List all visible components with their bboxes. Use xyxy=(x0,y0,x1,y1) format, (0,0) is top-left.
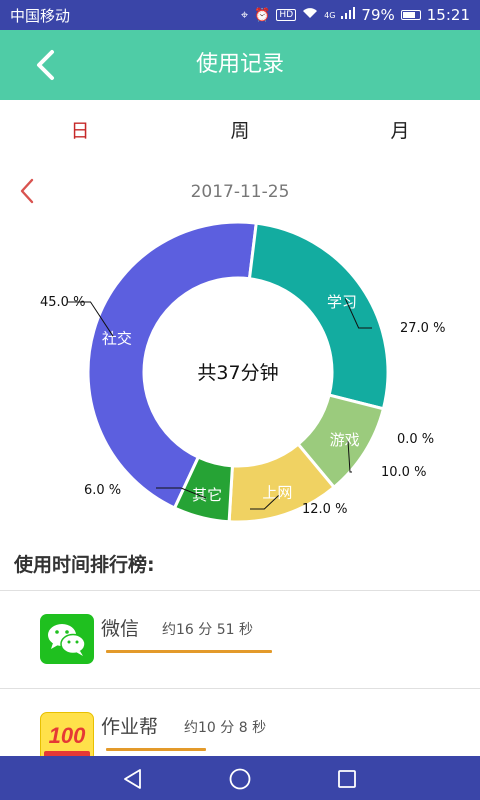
status-bar: 中国移动 ⌖ ⏰ HD 4G 79% 15:21 xyxy=(0,0,480,30)
app-usage-time: 约10 分 8 秒 xyxy=(184,720,267,736)
slice-label: 上网 xyxy=(262,484,292,502)
ranking-title: 使用时间排行榜: xyxy=(14,554,155,576)
zuoyebang-icon: 100 xyxy=(40,712,94,762)
alarm-icon: ⏰ xyxy=(254,7,271,23)
battery-percent: 79% xyxy=(361,6,395,24)
percent-label: 0.0 % xyxy=(397,432,434,447)
triangle-back-icon xyxy=(124,769,141,789)
network-label: 4G xyxy=(324,10,336,20)
battery-icon xyxy=(400,10,421,20)
clock-label: 15:21 xyxy=(426,6,470,24)
slice-label: 社交 xyxy=(102,329,132,347)
divider xyxy=(0,590,480,591)
location-icon: ⌖ xyxy=(240,7,249,23)
date-label: 2017-11-25 xyxy=(190,182,290,202)
wechat-icon xyxy=(40,614,94,664)
wifi-icon xyxy=(302,7,318,23)
usage-bar xyxy=(106,748,206,751)
tab-week[interactable]: 周 xyxy=(160,100,320,162)
page-title: 使用记录 xyxy=(195,52,284,77)
circle-home-icon xyxy=(229,768,251,790)
nav-recents-button[interactable] xyxy=(332,764,362,794)
usage-donut-chart: 社交 45.0 % 学习 27.0 % 0.0 % 游戏 10.0 % 上网 12.0 % 其它 6… xyxy=(40,220,445,524)
percent-label: 12.0 % xyxy=(302,502,347,517)
usage-bar xyxy=(106,650,272,653)
percent-label: 10.0 % xyxy=(381,465,426,480)
app-bar: 使用记录 xyxy=(0,30,480,100)
square-recents-icon xyxy=(338,770,356,788)
nav-home-button[interactable] xyxy=(225,764,255,794)
tab-month[interactable]: 月 xyxy=(320,100,480,162)
slice-label: 其它 xyxy=(192,486,222,504)
period-tabs: 日 周 月 xyxy=(0,100,480,162)
percent-label: 45.0 % xyxy=(40,295,85,310)
status-icons: ⌖ ⏰ HD 4G 79% 15:21 xyxy=(241,6,470,24)
slice-label: 游戏 xyxy=(330,431,360,449)
app-name: 微信 xyxy=(101,618,140,640)
hd-icon: HD xyxy=(276,9,297,21)
nav-back-button[interactable] xyxy=(118,764,148,794)
signal-icon xyxy=(341,7,356,23)
divider xyxy=(0,688,480,689)
slice-label: 学习 xyxy=(327,293,357,311)
total-time-label: 共37分钟 xyxy=(197,362,278,384)
percent-label: 27.0 % xyxy=(400,321,445,336)
system-nav-bar xyxy=(0,756,480,800)
zuoyebang-logo-text: 100 xyxy=(48,723,86,748)
ranking-item-wechat[interactable]: 微信 约16 分 51 秒 xyxy=(0,592,480,688)
percent-label: 6.0 % xyxy=(84,483,121,498)
date-selector: 2017-11-25 xyxy=(0,170,480,214)
tab-day[interactable]: 日 xyxy=(0,100,160,162)
app-name: 作业帮 xyxy=(101,716,159,738)
carrier-label: 中国移动 xyxy=(10,6,71,25)
app-usage-time: 约16 分 51 秒 xyxy=(162,622,253,638)
